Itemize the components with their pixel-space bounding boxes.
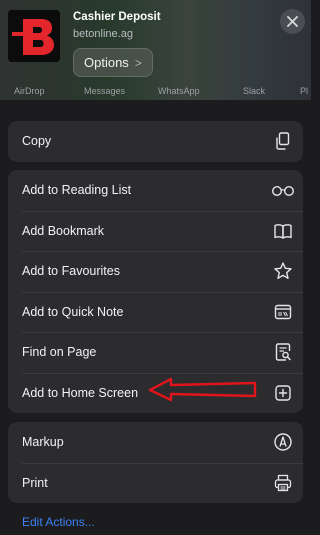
share-app-slack[interactable]: Slack: [243, 86, 265, 96]
action-label: Find on Page: [22, 345, 97, 360]
add-square-icon: [273, 383, 293, 403]
action-label: Add to Home Screen: [22, 385, 139, 400]
action-add-to-quick-note[interactable]: Add to Quick Note: [8, 291, 303, 333]
site-logo: [8, 10, 60, 62]
action-label: Add to Reading List: [22, 183, 132, 198]
share-app-more[interactable]: Pl: [300, 86, 308, 96]
action-markup[interactable]: Markup: [8, 422, 303, 463]
site-title: Cashier Deposit: [73, 11, 161, 23]
quick-note-icon: [273, 302, 293, 322]
share-app-messages[interactable]: Messages: [84, 86, 125, 96]
action-print[interactable]: Print: [8, 462, 303, 504]
action-find-on-page[interactable]: Find on Page: [8, 332, 303, 373]
action-label: Print: [22, 475, 48, 490]
glasses-icon: [271, 180, 295, 200]
edit-actions-link[interactable]: Edit Actions...: [22, 515, 95, 529]
action-add-to-favourites[interactable]: Add to Favourites: [8, 251, 303, 292]
printer-icon: [273, 473, 293, 493]
copy-group: Copy: [8, 121, 303, 162]
copy-icon: [273, 131, 293, 151]
action-label: Add to Favourites: [22, 264, 120, 279]
options-label: Options: [84, 55, 129, 70]
close-button[interactable]: [280, 9, 305, 34]
share-app-whatsapp[interactable]: WhatsApp: [158, 86, 200, 96]
share-app-airdrop[interactable]: AirDrop: [14, 86, 45, 96]
betonline-logo-icon: [8, 10, 60, 62]
chevron-right-icon: >: [134, 55, 142, 70]
find-on-page-icon: [273, 342, 293, 362]
annotation-arrow-icon: [148, 377, 257, 402]
share-app-strip: AirDrop Messages WhatsApp Slack Pl: [0, 86, 311, 98]
action-add-bookmark[interactable]: Add Bookmark: [8, 210, 303, 252]
action-label: Add Bookmark: [22, 223, 104, 238]
markup-icon: [273, 432, 293, 452]
close-icon: [287, 16, 298, 27]
action-label: Copy: [22, 134, 52, 149]
options-button[interactable]: Options >: [73, 48, 153, 77]
site-url: betonline.ag: [73, 28, 133, 40]
share-sheet-header: Cashier Deposit betonline.ag Options > A…: [0, 0, 311, 100]
extras-group: Markup Print: [8, 422, 303, 503]
book-icon: [273, 221, 293, 241]
star-icon: [273, 261, 293, 281]
action-add-to-reading-list[interactable]: Add to Reading List: [8, 170, 303, 211]
action-label: Add to Quick Note: [22, 304, 124, 319]
action-copy[interactable]: Copy: [8, 121, 303, 162]
action-label: Markup: [22, 435, 64, 450]
